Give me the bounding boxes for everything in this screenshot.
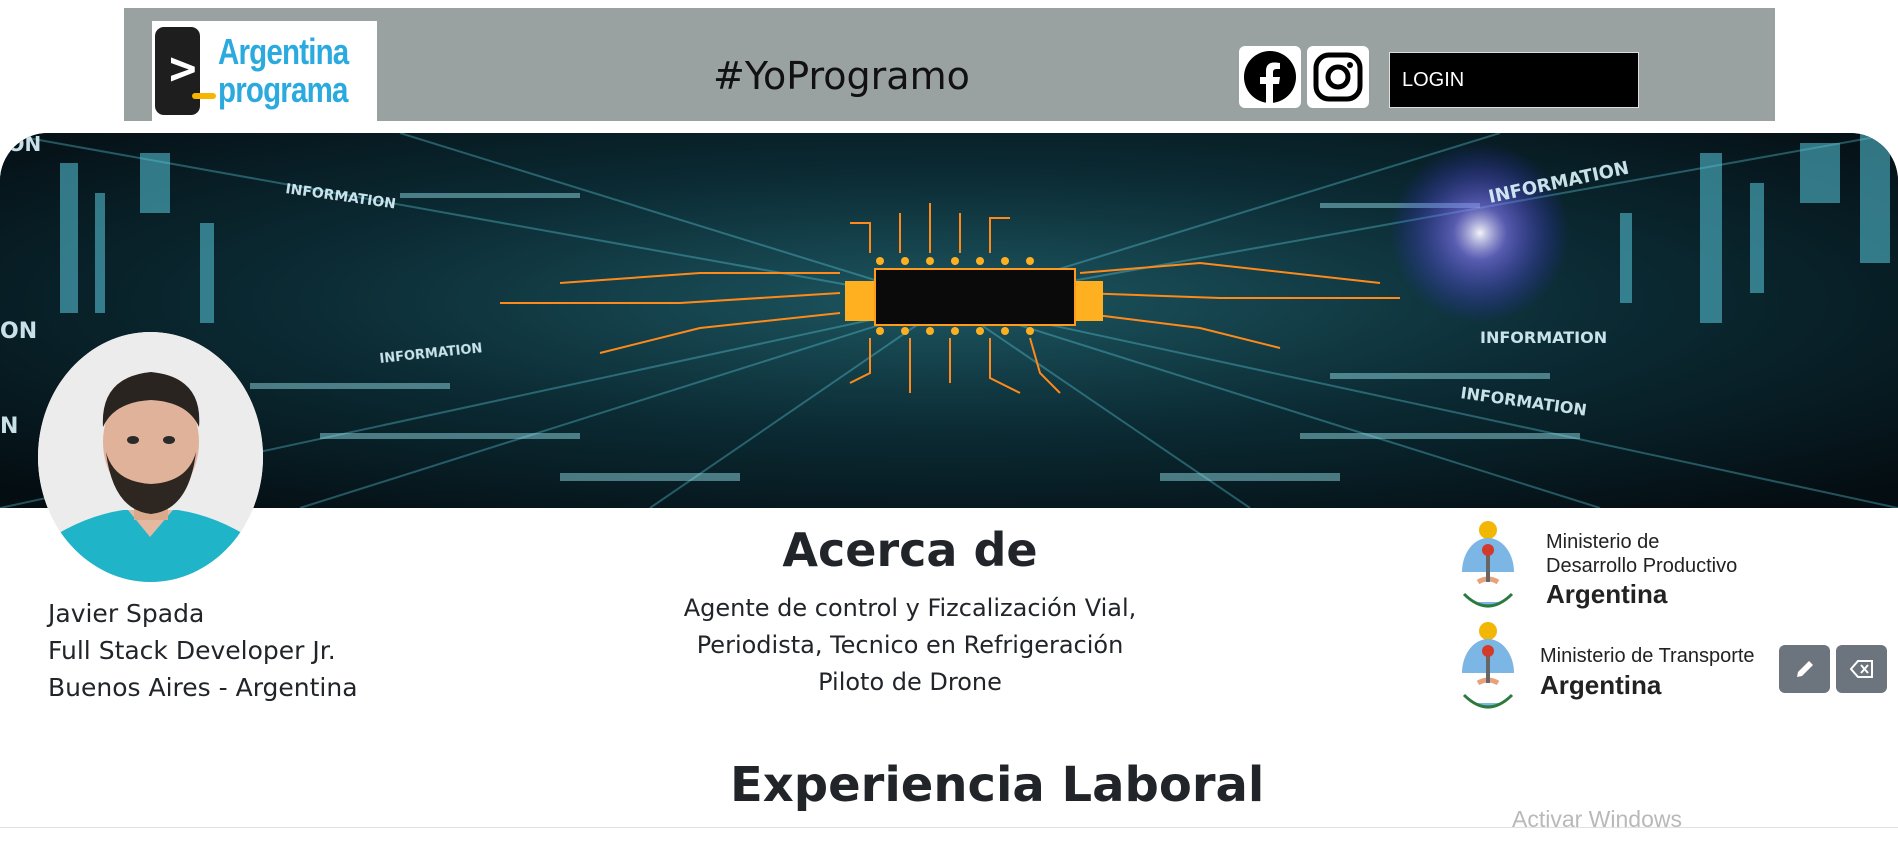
pencil-icon — [1796, 661, 1813, 677]
hero-banner-image: ION INFORMATION INFORMATION INFORMATION … — [0, 133, 1898, 508]
ministry-2-line1: Ministerio de Transporte — [1540, 645, 1755, 667]
instagram-icon — [1313, 52, 1363, 102]
ministry-1-line1: Ministerio de — [1546, 531, 1660, 553]
top-navbar: > Argentina programa #YoProgramo LOGIN — [124, 8, 1775, 121]
experience-title: Experiencia Laboral — [730, 757, 1265, 813]
argentina-programa-logo[interactable]: > Argentina programa — [152, 21, 377, 121]
facebook-icon — [1244, 51, 1296, 104]
circuit-banner-graphic: ION INFORMATION INFORMATION INFORMATION … — [0, 133, 1898, 508]
banner-word: N — [0, 414, 18, 439]
profile-info: Javier Spada Full Stack Developer Jr. Bu… — [48, 595, 358, 706]
logo-text: Argentina programa — [217, 31, 349, 110]
brand-hashtag: #YoProgramo — [713, 54, 970, 98]
facebook-link[interactable] — [1239, 46, 1301, 108]
windows-activation-watermark: Activar Windows — [1512, 806, 1682, 832]
ministry-1-line3: Argentina — [1546, 579, 1668, 609]
ministry-2-line2: Argentina — [1540, 670, 1662, 700]
about-line-2: Periodista, Tecnico en Refrigeración — [696, 631, 1124, 659]
about-section: Acerca de Agente de control y Fizcalizac… — [610, 520, 1210, 701]
logo-text-line1: Argentina — [217, 31, 349, 72]
profile-role: Full Stack Developer Jr. — [48, 636, 336, 665]
ministry-1-line2: Desarrollo Productivo — [1546, 555, 1738, 577]
person-photo — [38, 332, 263, 582]
banner-word: INFORMATION — [1480, 328, 1607, 347]
delete-button[interactable] — [1836, 645, 1887, 693]
about-line-1: Agente de control y Fizcalización Vial, — [683, 594, 1137, 622]
argentina-coat-of-arms-icon — [1462, 521, 1514, 608]
logo-text-line2: programa — [217, 69, 348, 110]
argentina-coat-of-arms-icon — [1462, 622, 1514, 709]
about-description: Agente de control y Fizcalización Vial, … — [610, 590, 1210, 701]
about-title: Acerca de — [782, 523, 1038, 577]
edit-button[interactable] — [1779, 645, 1830, 693]
backspace-icon — [1849, 660, 1873, 678]
profile-location: Buenos Aires - Argentina — [48, 673, 358, 702]
terminal-icon: > — [155, 27, 216, 115]
login-button[interactable]: LOGIN — [1389, 52, 1639, 108]
profile-avatar — [38, 332, 263, 582]
about-line-3: Piloto de Drone — [818, 668, 1002, 696]
profile-name: Javier Spada — [48, 599, 205, 628]
bottom-divider — [0, 827, 1898, 828]
banner-word: ION — [0, 133, 41, 156]
banner-word: ON — [0, 319, 37, 344]
instagram-link[interactable] — [1307, 46, 1369, 108]
